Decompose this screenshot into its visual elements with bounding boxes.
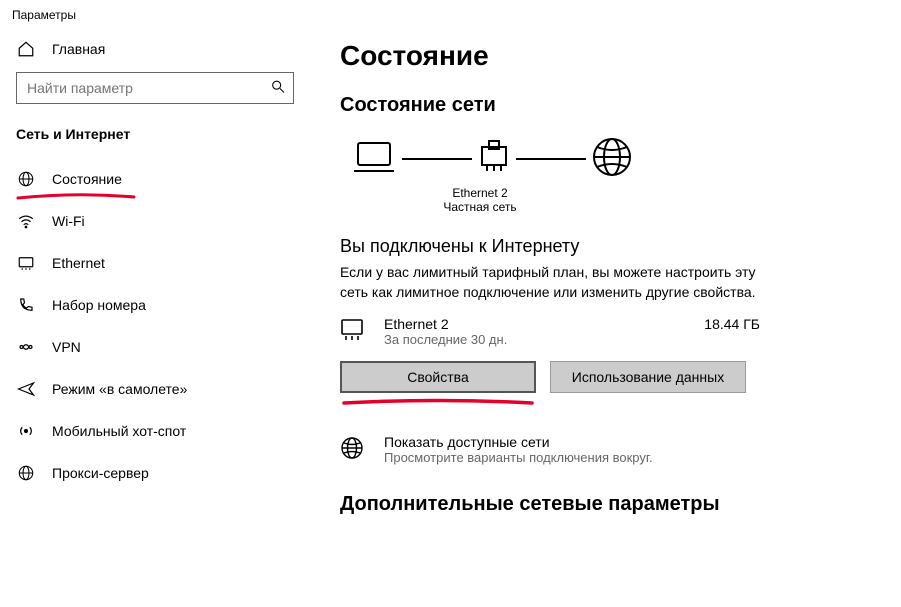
properties-button[interactable]: Свойства: [340, 361, 536, 393]
diagram-connector: [402, 158, 472, 160]
search-wrap: [16, 72, 294, 104]
annotation-underline: [340, 397, 536, 409]
show-networks-sub: Просмотрите варианты подключения вокруг.: [384, 450, 653, 465]
nav-label: Wi-Fi: [52, 213, 85, 229]
nav-label: Состояние: [52, 171, 122, 187]
adapter-icon: [476, 137, 512, 180]
diagram-labels: Ethernet 2 Частная сеть: [340, 186, 620, 214]
internet-globe-icon: [590, 135, 634, 182]
airplane-icon: [16, 380, 36, 398]
sidebar-section-label: Сеть и Интернет: [8, 122, 302, 158]
nav-item-ethernet[interactable]: Ethernet: [8, 242, 302, 284]
home-icon: [16, 40, 36, 58]
window-title: Параметры: [0, 0, 901, 30]
connection-usage: 18.44 ГБ: [704, 316, 760, 332]
page-title: Состояние: [340, 40, 871, 72]
search-input[interactable]: [16, 72, 294, 104]
connection-ethernet-icon: [340, 316, 368, 345]
connection-row: Ethernet 2 За последние 30 дн. 18.44 ГБ: [340, 316, 760, 347]
diagram-network-type: Частная сеть: [340, 200, 620, 214]
show-networks-link[interactable]: Показать доступные сети Просмотрите вари…: [340, 434, 871, 465]
nav-item-status[interactable]: Состояние: [8, 158, 302, 200]
main-panel: Состояние Состояние сети Ethernet 2 Част…: [310, 30, 901, 607]
nav-item-wifi[interactable]: Wi-Fi: [8, 200, 302, 242]
globe-icon: [16, 170, 36, 188]
nav-label: Прокси-сервер: [52, 465, 149, 481]
advanced-heading: Дополнительные сетевые параметры: [340, 493, 871, 516]
network-status-heading: Состояние сети: [340, 94, 871, 117]
nav-label: VPN: [52, 339, 81, 355]
connected-heading: Вы подключены к Интернету: [340, 236, 871, 257]
nav-label: Мобильный хот-спот: [52, 423, 186, 439]
home-label: Главная: [52, 41, 105, 57]
diagram-adapter-name: Ethernet 2: [340, 186, 620, 200]
globe-icon: [340, 434, 368, 463]
home-button[interactable]: Главная: [8, 30, 302, 72]
nav-label: Режим «в самолете»: [52, 381, 187, 397]
nav-item-vpn[interactable]: VPN: [8, 326, 302, 368]
nav-item-airplane[interactable]: Режим «в самолете»: [8, 368, 302, 410]
button-row: Свойства Использование данных: [340, 361, 871, 393]
connection-period: За последние 30 дн.: [384, 332, 688, 347]
proxy-icon: [16, 464, 36, 482]
connection-name: Ethernet 2: [384, 316, 688, 332]
nav-label: Набор номера: [52, 297, 146, 313]
diagram-connector: [516, 158, 586, 160]
nav-item-hotspot[interactable]: Мобильный хот-спот: [8, 410, 302, 452]
nav-item-proxy[interactable]: Прокси-сервер: [8, 452, 302, 494]
wifi-icon: [16, 212, 36, 230]
phone-icon: [16, 296, 36, 314]
nav-item-dialup[interactable]: Набор номера: [8, 284, 302, 326]
ethernet-icon: [16, 254, 36, 272]
laptop-icon: [350, 137, 398, 180]
sidebar: Главная Сеть и Интернет Состояние Wi-Fi: [0, 30, 310, 607]
nav-label: Ethernet: [52, 255, 105, 271]
show-networks-title: Показать доступные сети: [384, 434, 653, 450]
connected-body: Если у вас лимитный тарифный план, вы мо…: [340, 263, 760, 302]
network-diagram: [350, 135, 871, 182]
vpn-icon: [16, 338, 36, 356]
data-usage-button[interactable]: Использование данных: [550, 361, 746, 393]
hotspot-icon: [16, 422, 36, 440]
